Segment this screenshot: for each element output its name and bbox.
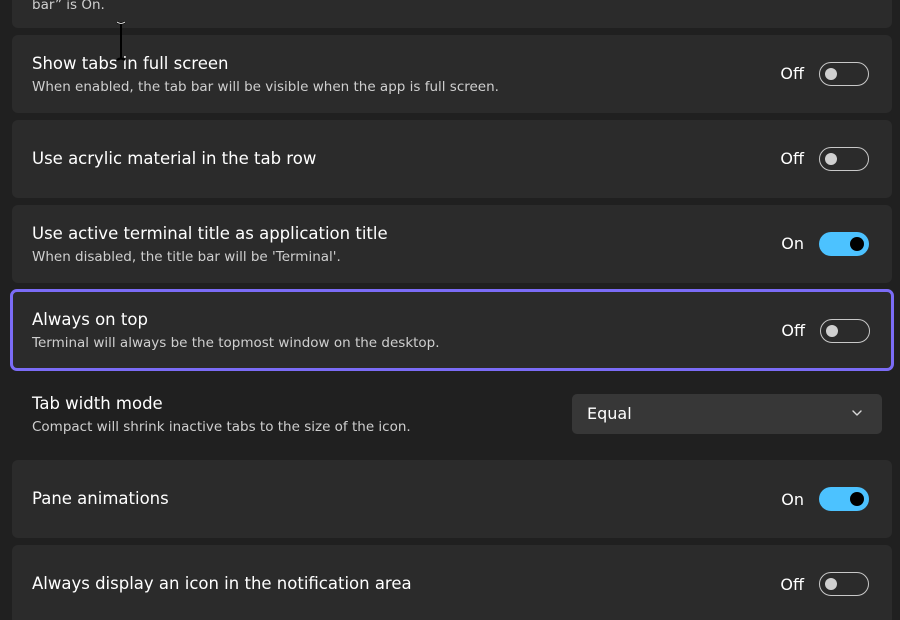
text-cursor-icon <box>116 21 126 61</box>
toggle-state-label: Off <box>780 64 804 83</box>
setting-card-acrylic-tab-row: Use acrylic material in the tab row Off <box>12 120 892 198</box>
dropdown-selected-value: Equal <box>587 404 632 423</box>
toggle-state-label: On <box>781 490 804 509</box>
setting-title: Show tabs in full screen <box>32 54 229 73</box>
setting-description: When disabled, the title bar will be 'Te… <box>32 249 341 265</box>
setting-title: Always on top <box>32 310 148 329</box>
setting-card-notification-icon: Always display an icon in the notificati… <box>12 545 892 620</box>
setting-card-terminal-title: Use active terminal title as application… <box>12 205 892 283</box>
setting-description: Terminal will always be the topmost wind… <box>32 335 440 351</box>
setting-card-show-tabs-fullscreen: Show tabs in full screen When enabled, t… <box>12 35 892 113</box>
toggle-knob <box>850 492 864 506</box>
show-tabs-fullscreen-toggle[interactable] <box>819 62 869 86</box>
toggle-knob <box>826 325 838 337</box>
notification-icon-toggle[interactable] <box>819 572 869 596</box>
toggle-state-label: Off <box>781 321 805 340</box>
toggle-state-label: Off <box>780 575 804 594</box>
setting-card-always-on-top: Always on top Terminal will always be th… <box>10 289 894 371</box>
setting-description: bar” is On. <box>32 0 105 13</box>
setting-title: Use acrylic material in the tab row <box>32 149 317 168</box>
tab-width-mode-dropdown[interactable]: Equal <box>572 394 882 434</box>
pane-animations-toggle[interactable] <box>819 487 869 511</box>
setting-card-tab-width-mode: Tab width mode Compact will shrink inact… <box>12 375 892 453</box>
settings-page: bar” is On. Show tabs in full screen Whe… <box>0 0 900 620</box>
toggle-knob <box>850 237 864 251</box>
toggle-knob <box>825 68 837 80</box>
toggle-state-label: On <box>781 234 804 253</box>
acrylic-tab-row-toggle[interactable] <box>819 147 869 171</box>
toggle-state-label: Off <box>780 149 804 168</box>
always-on-top-toggle[interactable] <box>820 319 870 343</box>
setting-title: Use active terminal title as application… <box>32 224 388 243</box>
setting-card-partial: bar” is On. <box>12 0 892 28</box>
toggle-knob <box>825 578 837 590</box>
setting-description: Compact will shrink inactive tabs to the… <box>32 419 411 435</box>
setting-title: Tab width mode <box>32 394 163 413</box>
setting-title: Pane animations <box>32 489 169 508</box>
toggle-knob <box>825 153 837 165</box>
setting-title: Always display an icon in the notificati… <box>32 574 412 593</box>
chevron-down-icon <box>852 410 862 416</box>
setting-description: When enabled, the tab bar will be visibl… <box>32 79 499 95</box>
setting-card-pane-animations: Pane animations On <box>12 460 892 538</box>
terminal-title-toggle[interactable] <box>819 232 869 256</box>
